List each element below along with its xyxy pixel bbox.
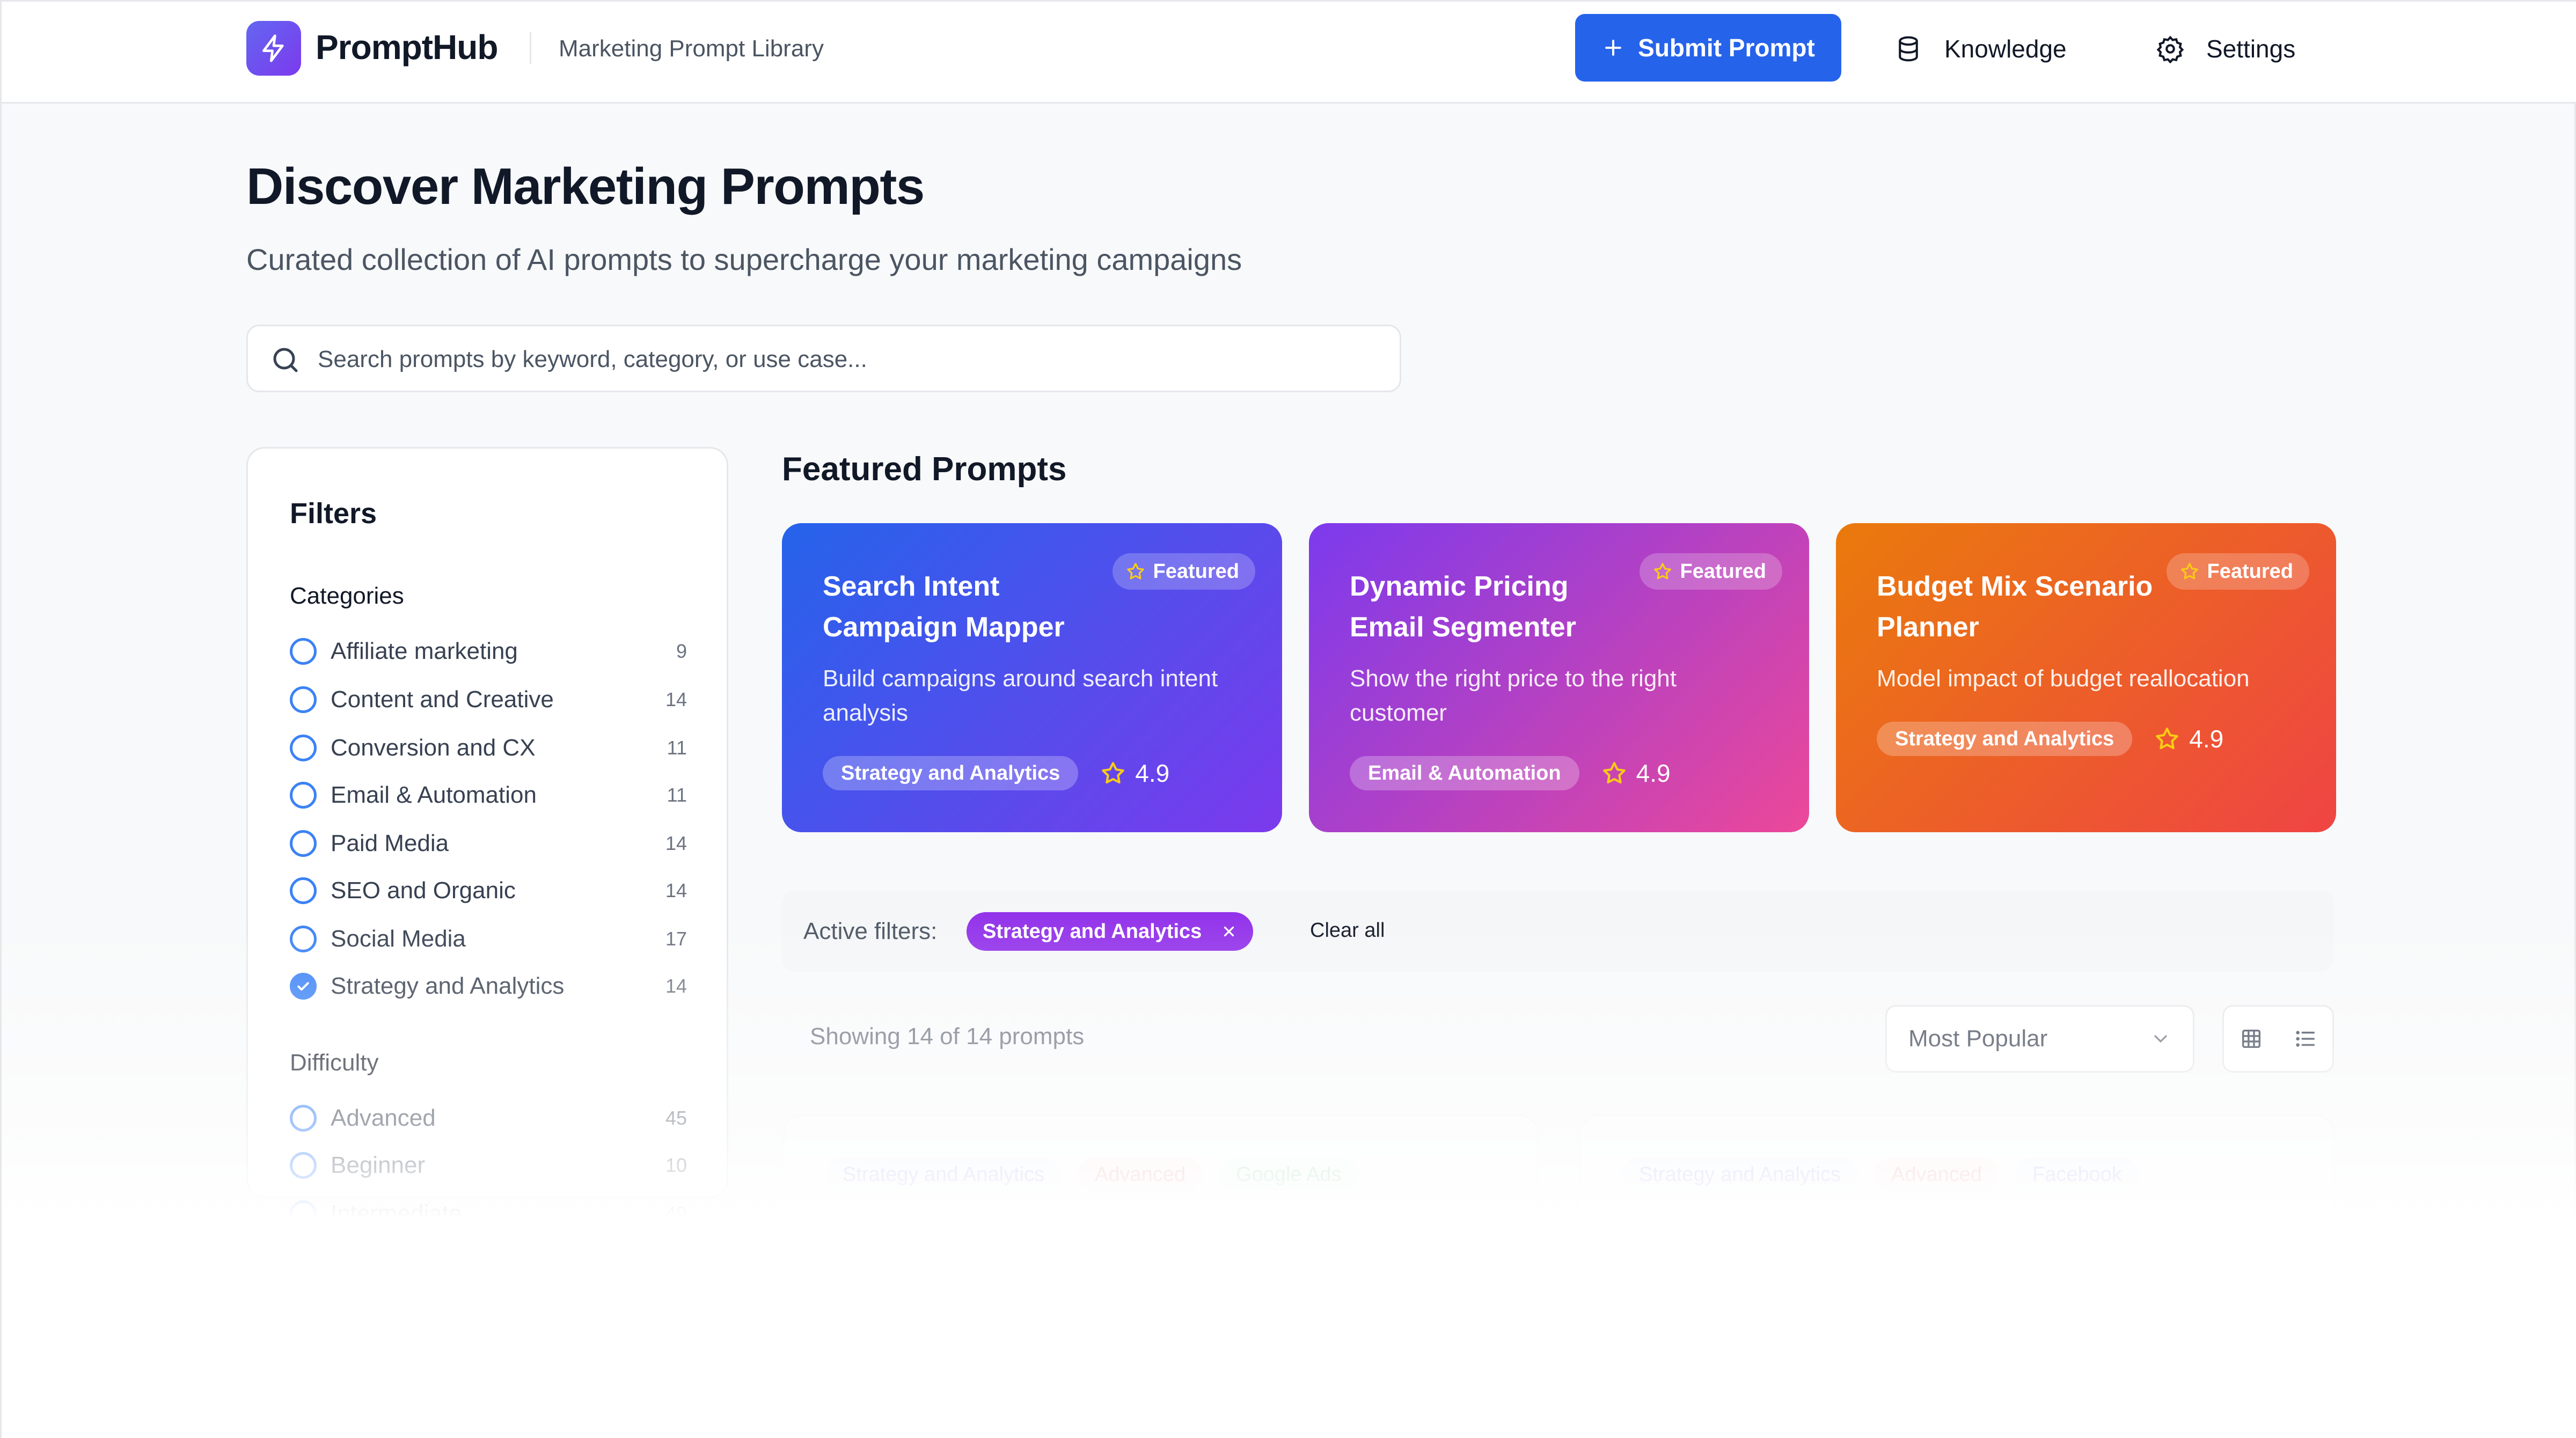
radio-button[interactable]	[290, 830, 317, 857]
featured-card[interactable]: Featured Budget Mix Scenario Planner Mod…	[1836, 523, 2336, 832]
radio-button[interactable]	[290, 877, 317, 904]
featured-card-meta: Strategy and Analytics 4.9	[823, 756, 1169, 790]
difficulty-tag: Advanced	[1874, 1158, 2000, 1191]
featured-section-title: Featured Prompts	[782, 451, 1067, 488]
featured-badge: Featured	[2166, 553, 2309, 590]
nav-settings-label: Settings	[2206, 35, 2296, 63]
chevron-down-icon	[2154, 1035, 2167, 1043]
featured-card-title: Dynamic Pricing Email Segmenter	[1350, 571, 1576, 643]
search-input[interactable]	[318, 337, 1370, 382]
category-email-automation[interactable]: Email & Automation 11	[290, 774, 687, 817]
prompt-card-tags: Strategy and Analytics Advanced Google A…	[825, 1158, 1359, 1191]
category-seo-and-organic[interactable]: SEO and Organic 14	[290, 869, 687, 912]
difficulty-advanced[interactable]: Advanced 45	[290, 1097, 687, 1140]
nav-knowledge[interactable]: Knowledge	[1894, 27, 2067, 70]
sort-select[interactable]: Most Popular	[1885, 1005, 2194, 1073]
category-tag: Email & Automation	[1350, 756, 1579, 790]
category-affiliate-marketing[interactable]: Affiliate marketing 9	[290, 630, 687, 673]
star-outline-icon	[1653, 563, 1671, 579]
results-count: Showing 14 of 14 prompts	[810, 1023, 1085, 1050]
featured-card-title: Search Intent Campaign Mapper	[823, 571, 1065, 643]
submit-prompt-button[interactable]: Submit Prompt	[1575, 14, 1841, 82]
radio-button[interactable]	[290, 1152, 317, 1179]
platform-tag: Facebook	[2015, 1158, 2139, 1191]
view-toggle	[2222, 1005, 2334, 1073]
search-box	[246, 325, 1401, 392]
category-tag: Strategy and Analytics	[1877, 722, 2133, 756]
rating: 4.9	[1100, 759, 1169, 788]
page-subtitle: Curated collection of AI prompts to supe…	[246, 243, 1242, 276]
brand-divider	[530, 32, 531, 64]
category-strategy-and-analytics[interactable]: Strategy and Analytics 14	[290, 965, 687, 1008]
featured-card-title: Budget Mix Scenario Planner	[1877, 571, 2153, 643]
search-icon	[273, 348, 298, 372]
category-paid-media[interactable]: Paid Media 14	[290, 822, 687, 865]
prompt-card-tags: Strategy and Analytics Advanced Facebook	[1622, 1158, 2139, 1191]
close-icon[interactable]	[1221, 923, 1237, 940]
difficulty-tag: Advanced	[1078, 1158, 1203, 1191]
radio-button[interactable]	[290, 638, 317, 665]
prompt-card-title: Competitor Blind Spot Analysis	[1622, 1217, 2040, 1249]
radio-button[interactable]	[290, 1105, 317, 1132]
radio-button[interactable]	[290, 926, 317, 952]
rating: 4.9	[1601, 759, 1671, 788]
submit-prompt-label: Submit Prompt	[1638, 34, 1815, 62]
clear-all-link[interactable]: Clear all	[1310, 919, 1385, 942]
brand-name[interactable]: PromptHub	[316, 27, 498, 67]
platform-tag: Google Ads	[1219, 1158, 1359, 1191]
star-outline-icon	[2180, 563, 2198, 579]
difficulty-intermediate[interactable]: Intermediate 49	[290, 1192, 687, 1235]
difficulty-beginner[interactable]: Beginner 10	[290, 1144, 687, 1187]
categories-heading: Categories	[290, 583, 404, 609]
check-icon	[297, 982, 309, 991]
database-icon	[1899, 36, 1918, 62]
radio-button-checked[interactable]	[290, 973, 317, 1000]
logo-bolt-icon[interactable]	[246, 21, 301, 76]
brand-subtitle: Marketing Prompt Library	[559, 35, 824, 62]
prompt-card[interactable]: Strategy and Analytics Advanced Google A…	[783, 1114, 1539, 1329]
active-filters-label: Active filters:	[803, 918, 938, 944]
category-content-and-creative[interactable]: Content and Creative 14	[290, 678, 687, 721]
category-tag: Strategy and Analytics	[823, 756, 1079, 790]
star-outline-icon	[1126, 563, 1144, 579]
nav-knowledge-label: Knowledge	[1944, 35, 2067, 63]
difficulty-heading: Difficulty	[290, 1050, 379, 1076]
active-filter-chip[interactable]: Strategy and Analytics	[967, 912, 1254, 951]
star-outline-icon	[1102, 762, 1125, 784]
filters-title: Filters	[290, 497, 377, 530]
plus-icon	[1605, 40, 1622, 56]
featured-card-meta: Strategy and Analytics 4.9	[1877, 722, 2223, 756]
app-window: PromptHub Marketing Prompt Library Submi…	[0, 0, 2576, 1438]
page-title: Discover Marketing Prompts	[246, 158, 925, 215]
rating: 4.9	[2154, 724, 2223, 753]
category-social-media[interactable]: Social Media 17	[290, 918, 687, 960]
featured-card[interactable]: Featured Dynamic Pricing Email Segmenter…	[1309, 523, 1809, 832]
nav-settings[interactable]: Settings	[2156, 27, 2295, 70]
list-view-icon[interactable]	[2293, 1026, 2318, 1051]
star-outline-icon	[2156, 728, 2179, 750]
grid-view-icon[interactable]	[2239, 1026, 2264, 1051]
prompt-card-title: Search Intent Campaign Mapper	[825, 1217, 1252, 1249]
radio-button[interactable]	[290, 782, 317, 809]
radio-button[interactable]	[290, 735, 317, 761]
featured-card-description: Build campaigns around search intent ana…	[823, 665, 1218, 726]
category-tag: Strategy and Analytics	[1622, 1158, 1858, 1191]
featured-card-description: Model impact of budget reallocation	[1877, 665, 2250, 692]
category-conversion-and-cx[interactable]: Conversion and CX 11	[290, 727, 687, 769]
featured-card[interactable]: Featured Search Intent Campaign Mapper B…	[782, 523, 1282, 832]
featured-card-description: Show the right price to the right custom…	[1350, 665, 1677, 726]
filters-panel: Filters Categories Affiliate marketing 9…	[246, 447, 728, 1227]
radio-button[interactable]	[290, 686, 317, 713]
gear-icon	[2156, 35, 2184, 63]
prompt-card[interactable]: Strategy and Analytics Advanced Facebook…	[1579, 1114, 2335, 1329]
featured-badge: Featured	[1112, 553, 1255, 590]
category-tag: Strategy and Analytics	[825, 1158, 1062, 1191]
featured-card-meta: Email & Automation 4.9	[1350, 756, 1671, 790]
star-outline-icon	[1602, 762, 1626, 784]
radio-button[interactable]	[290, 1200, 317, 1227]
featured-badge: Featured	[1639, 553, 1782, 590]
top-header: PromptHub Marketing Prompt Library Submi…	[2, 2, 2576, 104]
